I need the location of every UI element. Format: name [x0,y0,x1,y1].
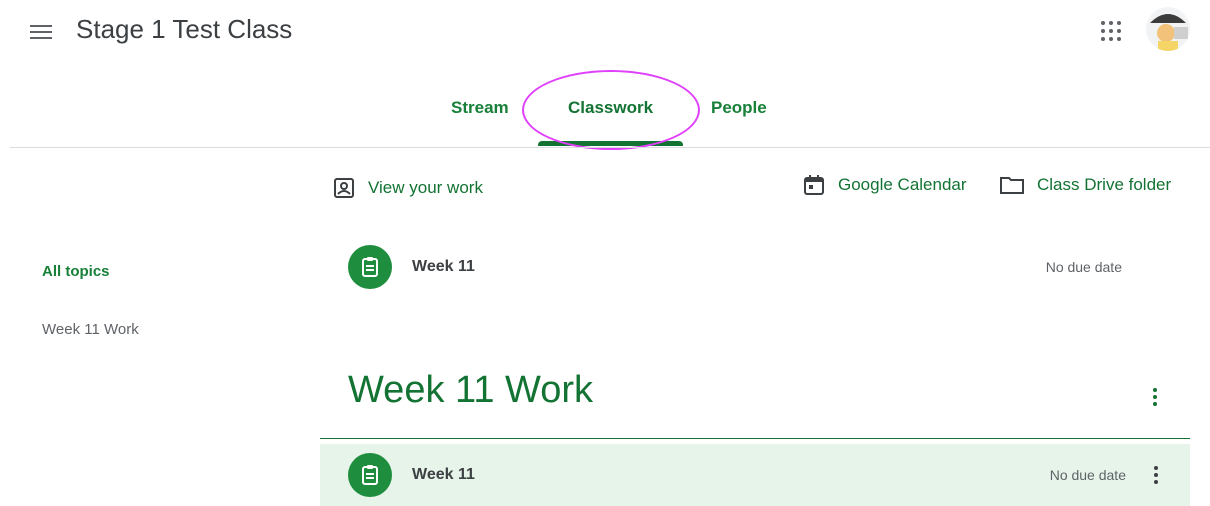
tab-stream[interactable]: Stream [451,98,509,118]
topic-all-topics[interactable]: All topics [42,263,110,280]
item-more-options-icon[interactable] [1146,463,1166,487]
google-calendar-label: Google Calendar [838,175,967,194]
user-avatar[interactable] [1146,7,1190,51]
folder-icon [1000,177,1024,194]
view-your-work-link[interactable]: View your work [332,176,483,200]
hamburger-menu-icon[interactable] [30,22,52,40]
class-title[interactable]: Stage 1 Test Class [76,14,292,45]
tab-people[interactable]: People [711,98,767,118]
view-your-work-label: View your work [368,178,483,197]
active-tab-indicator [538,141,683,146]
classwork-item-due: No due date [1045,259,1122,275]
tab-classwork[interactable]: Classwork [568,98,653,118]
avatar-image-icon [1146,7,1190,51]
tabs-divider [10,147,1210,148]
assignment-icon [348,245,392,289]
classwork-item-row[interactable]: Week 11 No due date [320,444,1190,506]
assigned-work-icon [334,178,354,198]
topic-divider [320,438,1190,439]
google-calendar-link[interactable]: Google Calendar [802,173,967,197]
google-apps-icon[interactable] [1100,20,1122,42]
assignment-icon [348,453,392,497]
class-drive-folder-link[interactable]: Class Drive folder [999,173,1171,197]
classwork-item-title: Week 11 [412,466,475,483]
classwork-item-due: No due date [1049,467,1126,483]
topic-more-options-icon[interactable] [1145,385,1165,409]
calendar-icon [804,175,824,195]
topic-week-11-work[interactable]: Week 11 Work [42,321,139,338]
classwork-item-row[interactable]: Week 11 No due date [320,236,1190,298]
classwork-item-title: Week 11 [412,258,475,275]
class-drive-folder-label: Class Drive folder [1037,175,1172,194]
topic-heading: Week 11 Work [348,369,593,411]
